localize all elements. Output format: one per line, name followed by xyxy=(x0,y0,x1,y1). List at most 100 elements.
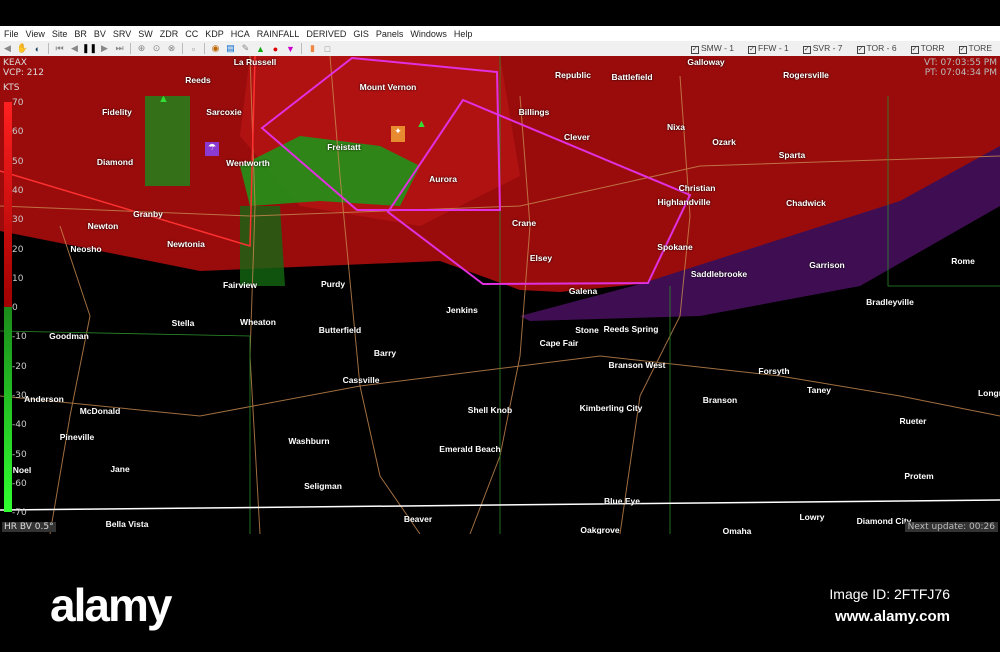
menu-srv[interactable]: SRV xyxy=(113,29,131,39)
town-label: Elsey xyxy=(529,253,553,263)
legend-tick: 10 xyxy=(12,273,24,284)
panel-icon[interactable]: ▮ xyxy=(306,43,319,55)
green-velocity-area-3 xyxy=(240,206,285,286)
radar-layer xyxy=(0,56,1000,534)
town-label: Highlandville xyxy=(657,197,711,207)
units-label: KTS xyxy=(3,83,20,93)
menu-view[interactable]: View xyxy=(26,29,45,39)
menu-br[interactable]: BR xyxy=(74,29,87,39)
last-frame-icon[interactable]: ⏭ xyxy=(113,43,126,55)
menu-windows[interactable]: Windows xyxy=(410,29,447,39)
warning-filter-checkbox[interactable]: ✓ SVR - 7 xyxy=(802,43,843,54)
menu-gis[interactable]: GIS xyxy=(353,29,369,39)
globe-icon[interactable]: ◐ xyxy=(31,43,44,55)
next-frame-icon[interactable]: ▶ xyxy=(98,43,111,55)
meso-icon[interactable]: ● xyxy=(269,43,282,55)
town-label: Jane xyxy=(110,464,130,474)
square-icon[interactable]: □ xyxy=(321,43,334,55)
menu-cc[interactable]: CC xyxy=(185,29,198,39)
legend-tick: -40 xyxy=(12,420,27,431)
town-label: Kimberling City xyxy=(579,403,643,413)
town-label: Beaver xyxy=(403,514,433,524)
next-update: Next update: 00:26 xyxy=(904,522,998,532)
zoom-clear-icon[interactable]: ⊗ xyxy=(165,43,178,55)
legend-tick: 40 xyxy=(12,185,24,196)
town-label: Barry xyxy=(373,348,397,358)
first-frame-icon[interactable]: ⏮ xyxy=(53,43,66,55)
town-label: Oakgrove xyxy=(580,525,620,534)
town-label: Freistatt xyxy=(327,142,361,152)
town-label: Reeds xyxy=(185,75,211,85)
town-label: Clever xyxy=(564,132,590,142)
town-label: McDonald xyxy=(79,406,121,416)
storm-marker-icon[interactable]: ☂ xyxy=(205,142,219,156)
town-label: Nixa xyxy=(667,122,685,132)
tvs-icon[interactable]: ▼ xyxy=(284,43,297,55)
town-label: Anderson xyxy=(24,394,64,404)
town-label: Taney xyxy=(807,385,831,395)
checkbox-checked-icon[interactable]: ✓ xyxy=(958,46,967,54)
menu-bv[interactable]: BV xyxy=(94,29,106,39)
checkbox-checked-icon[interactable]: ✓ xyxy=(690,46,699,54)
warning-filter-checkbox[interactable]: ✓ FFW - 1 xyxy=(748,43,789,54)
warning-filter-checkbox[interactable]: ✓ SMW - 1 xyxy=(690,43,734,54)
town-label: Branson West xyxy=(608,360,666,370)
menu-sw[interactable]: SW xyxy=(138,29,153,39)
warning-filter-label: FFW - 1 xyxy=(758,43,789,53)
menu-help[interactable]: Help xyxy=(454,29,473,39)
zoom-out-icon[interactable]: ◀ xyxy=(1,43,14,55)
zoom-reset-icon[interactable]: ⊙ xyxy=(150,43,163,55)
town-label: Lowry xyxy=(799,512,825,522)
town-label: Sparta xyxy=(778,150,806,160)
checkbox-checked-icon[interactable]: ✓ xyxy=(748,46,757,54)
menu-file[interactable]: File xyxy=(4,29,19,39)
town-label: Forsyth xyxy=(758,366,790,376)
checkbox-checked-icon[interactable]: ✓ xyxy=(910,46,919,54)
town-label: Stone xyxy=(575,325,599,335)
pause-icon[interactable]: ❚❚ xyxy=(82,43,97,55)
hail-icon[interactable]: ▲ xyxy=(254,43,267,55)
town-label: Aurora xyxy=(429,174,457,184)
checkbox-checked-icon[interactable]: ✓ xyxy=(802,46,811,54)
report-marker-icon[interactable]: ✦ xyxy=(391,126,405,142)
town-label: Rogersville xyxy=(783,70,829,80)
town-label: Seligman xyxy=(304,481,342,491)
image-id: Image ID: 2FTFJ76 xyxy=(829,586,950,602)
warning-filter-checkbox[interactable]: ✓ TORR xyxy=(910,43,945,54)
warning-filter-label: TOR - 6 xyxy=(866,43,897,53)
site-url: www.alamy.com xyxy=(834,608,950,625)
legend-tick: 70 xyxy=(12,98,24,108)
menu-site[interactable]: Site xyxy=(52,29,68,39)
prev-frame-icon[interactable]: ◀ xyxy=(68,43,81,55)
town-label: Shell Knob xyxy=(467,405,513,415)
town-label: Crane xyxy=(511,218,537,228)
blank-icon[interactable]: ▫ xyxy=(187,43,200,55)
town-label: Diamond City xyxy=(856,516,912,526)
town-label: Jenkins xyxy=(446,305,478,315)
town-label: Newton xyxy=(87,221,119,231)
color-legend xyxy=(4,102,12,512)
menu-zdr[interactable]: ZDR xyxy=(160,29,179,39)
warning-filter-checkbox[interactable]: ✓ TOR - 6 xyxy=(856,43,897,54)
hail-marker-icon[interactable]: ▲ xyxy=(158,93,169,105)
warning-filter-checkbox[interactable]: ✓ TORE xyxy=(958,43,992,54)
menu-rainfall[interactable]: RAINFALL xyxy=(257,29,300,39)
pin-icon[interactable]: ✎ xyxy=(239,43,252,55)
storm-icon[interactable]: ◉ xyxy=(209,43,222,55)
menu-derived[interactable]: DERIVED xyxy=(306,29,346,39)
checkbox-checked-icon[interactable]: ✓ xyxy=(856,46,865,54)
town-label: Washburn xyxy=(288,436,330,446)
pan-icon[interactable]: ✋ xyxy=(16,43,29,55)
zoom-in-icon[interactable]: ⊕ xyxy=(135,43,148,55)
warning-filter-label: TORR xyxy=(920,43,945,53)
hail-marker-icon[interactable]: ▲ xyxy=(416,118,427,130)
radar-map[interactable]: La Russell Reeds Mount Vernon Republic Battl… xyxy=(0,56,1000,534)
town-label: Emerald Beach xyxy=(439,444,501,454)
town-label: Purdy xyxy=(320,279,346,289)
town-label: Christian xyxy=(678,183,716,193)
menu-hca[interactable]: HCA xyxy=(231,29,250,39)
menu-panels[interactable]: Panels xyxy=(376,29,404,39)
toolbar: ◀ ✋ ◐ ⏮ ◀ ❚❚ ▶ ⏭ ⊕ ⊙ ⊗ ▫ ◉ ▤ ✎ ▲ ● ▼ ▮ □… xyxy=(0,41,1000,56)
menu-kdp[interactable]: KDP xyxy=(205,29,224,39)
layers-icon[interactable]: ▤ xyxy=(224,43,237,55)
